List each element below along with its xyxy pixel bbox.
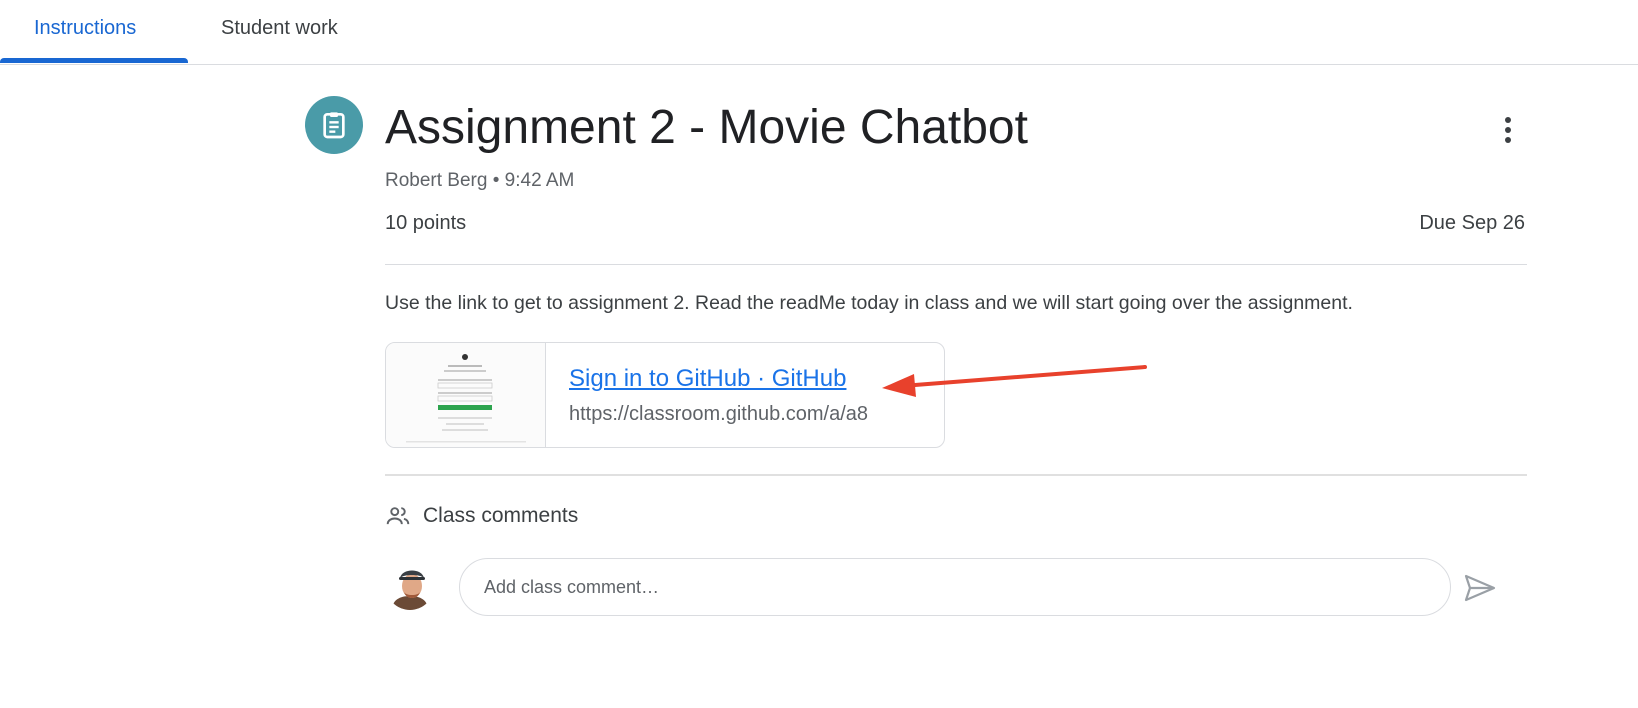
- points-label: 10 points: [385, 212, 467, 234]
- class-comments-header: Class comments: [385, 502, 578, 530]
- page-title: Assignment 2 - Movie Chatbot: [385, 101, 1028, 154]
- send-comment-button[interactable]: [1460, 568, 1500, 608]
- tab-bar: Instructions Student work: [0, 0, 1638, 65]
- send-icon: [1464, 574, 1496, 602]
- more-vert-icon: [1505, 117, 1511, 143]
- header-divider: [385, 264, 1527, 265]
- due-date: Due Sep 26: [1419, 212, 1525, 234]
- class-comment-input[interactable]: [459, 558, 1451, 616]
- comments-divider: [385, 474, 1527, 476]
- link-thumbnail: [386, 343, 546, 447]
- annotation-arrow: [882, 365, 1147, 397]
- people-icon: [386, 507, 410, 525]
- link-attachment-card[interactable]: Sign in to GitHub · GitHub https://class…: [385, 342, 945, 448]
- active-tab-indicator: [0, 58, 188, 63]
- assignment-icon: [305, 96, 363, 154]
- class-comments-label: Class comments: [423, 504, 579, 527]
- assignment-description: Use the link to get to assignment 2. Rea…: [385, 292, 1353, 314]
- author-timestamp: Robert Berg • 9:42 AM: [385, 170, 575, 191]
- avatar: [386, 562, 434, 610]
- more-options-button[interactable]: [1490, 108, 1526, 152]
- tab-instructions[interactable]: Instructions: [34, 0, 136, 64]
- link-title[interactable]: Sign in to GitHub · GitHub: [569, 365, 846, 393]
- tab-student-work[interactable]: Student work: [221, 0, 338, 64]
- link-url: https://classroom.github.com/a/a8: [569, 403, 869, 425]
